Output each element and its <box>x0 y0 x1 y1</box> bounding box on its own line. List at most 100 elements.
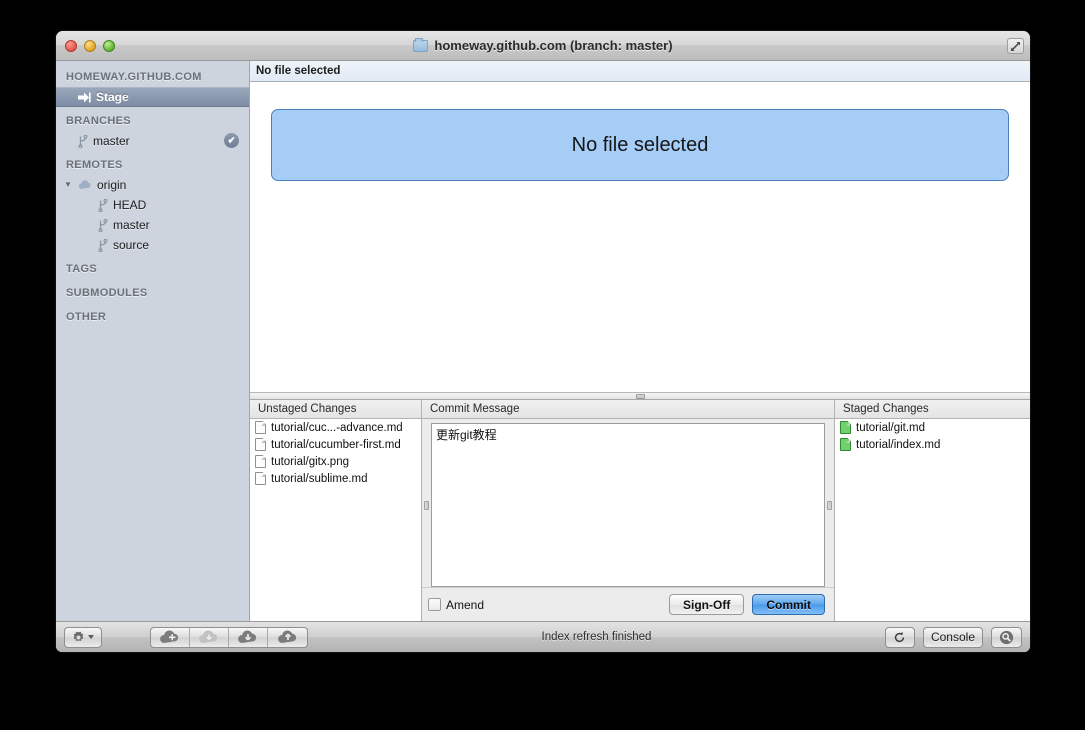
window-body: HOMEWAY.GITHUB.COM Stage BRANCHES master… <box>56 61 1030 621</box>
remote-actions-group <box>150 626 308 648</box>
staged-file-list[interactable]: tutorial/git.md tutorial/index.md <box>835 419 1030 621</box>
app-window: homeway.github.com (branch: master) HOME… <box>56 31 1030 652</box>
amend-checkbox[interactable] <box>428 598 441 611</box>
sidebar-header-submodules: SUBMODULES <box>66 287 148 299</box>
cloud-up-icon <box>277 630 296 643</box>
file-name: tutorial/index.md <box>856 438 941 451</box>
sidebar-repo-header: HOMEWAY.GITHUB.COM <box>66 71 202 83</box>
splitter-grab-handle[interactable] <box>827 500 832 510</box>
cloud-plus-icon-button[interactable] <box>151 627 190 647</box>
file-icon <box>840 421 851 434</box>
sidebar-item-remote-head[interactable]: HEAD <box>56 195 249 215</box>
sidebar-item-remote-origin[interactable]: ▼ origin <box>56 175 249 195</box>
list-item[interactable]: tutorial/gitx.png <box>250 453 421 470</box>
sidebar-item-remote-source-label: source <box>113 238 150 252</box>
commit-message-panel: Commit Message Amend <box>422 400 834 621</box>
fullscreen-arrows-icon[interactable] <box>1007 38 1024 54</box>
staged-changes-panel: Staged Changes tutorial/git.md tutorial/… <box>834 400 1030 621</box>
diff-view: No file selected <box>250 82 1030 392</box>
file-status-bar: No file selected <box>250 61 1030 82</box>
title-bar: homeway.github.com (branch: master) <box>56 31 1030 61</box>
no-file-selected-text: No file selected <box>571 133 709 156</box>
sidebar: HOMEWAY.GITHUB.COM Stage BRANCHES master… <box>56 61 250 621</box>
commit-message-input[interactable] <box>431 423 825 587</box>
file-name: tutorial/gitx.png <box>271 455 349 468</box>
refresh-button[interactable] <box>884 626 915 648</box>
sidebar-header-branches: BRANCHES <box>66 115 131 127</box>
sidebar-item-remote-head-label: HEAD <box>113 198 147 212</box>
cloud-fetch-icon-button[interactable] <box>190 627 229 647</box>
refresh-icon <box>895 631 905 642</box>
no-file-selected-box: No file selected <box>271 109 1009 181</box>
branch-icon <box>98 238 108 252</box>
search-button[interactable] <box>991 626 1022 648</box>
list-item[interactable]: tutorial/git.md <box>835 419 1030 436</box>
sidebar-header-remotes: REMOTES <box>66 159 123 171</box>
commit-actions-bar: Amend Sign-Off Commit <box>422 587 834 621</box>
right-vertical-splitter[interactable] <box>825 423 834 587</box>
file-status-label: No file selected <box>256 65 341 77</box>
window-title-text: homeway.github.com (branch: master) <box>434 38 673 53</box>
list-item[interactable]: tutorial/cucumber-first.md <box>250 436 421 453</box>
settings-gear-button[interactable] <box>64 626 102 648</box>
cloud-plus-icon <box>160 630 179 643</box>
amend-label: Amend <box>446 597 485 612</box>
cloud-icon <box>78 180 91 189</box>
zoom-button[interactable] <box>103 40 115 52</box>
unstaged-file-list[interactable]: tutorial/cuc...-advance.md tutorial/cucu… <box>250 419 421 621</box>
sidebar-item-remote-master-label: master <box>113 218 150 232</box>
file-icon <box>255 455 266 468</box>
console-button[interactable]: Console <box>922 626 983 648</box>
status-message: Index refresh finished <box>541 631 652 643</box>
sidebar-item-branch-master-label: master <box>93 134 130 148</box>
sidebar-header-tags: TAGS <box>66 263 98 275</box>
folder-icon <box>413 37 429 52</box>
bottom-panels: Unstaged Changes tutorial/cuc...-advance… <box>250 400 1030 621</box>
cloud-down-icon <box>238 630 257 643</box>
sidebar-item-remote-master[interactable]: master <box>56 215 249 235</box>
sidebar-item-stage[interactable]: Stage <box>56 87 249 107</box>
sidebar-item-stage-label: Stage <box>96 90 129 104</box>
content-pane: No file selected No file selected Unstag… <box>250 61 1030 621</box>
list-item[interactable]: tutorial/index.md <box>835 436 1030 453</box>
cloud-down-icon-button[interactable] <box>229 627 268 647</box>
cloud-fetch-icon <box>199 630 218 643</box>
file-icon <box>255 438 266 451</box>
file-name: tutorial/git.md <box>856 421 926 434</box>
sidebar-header-other: OTHER <box>66 311 107 323</box>
minimize-button[interactable] <box>84 40 96 52</box>
list-item[interactable]: tutorial/sublime.md <box>250 470 421 487</box>
staged-changes-header: Staged Changes <box>835 400 1030 419</box>
chevron-down-icon <box>88 635 94 639</box>
commit-message-header: Commit Message <box>422 400 834 419</box>
file-icon <box>255 421 266 434</box>
file-name: tutorial/cuc...-advance.md <box>271 421 403 434</box>
file-name: tutorial/sublime.md <box>271 472 368 485</box>
search-icon <box>999 630 1014 644</box>
list-item[interactable]: tutorial/cuc...-advance.md <box>250 419 421 436</box>
branch-icon <box>78 134 88 148</box>
file-icon <box>840 438 851 451</box>
branch-icon <box>98 218 108 232</box>
stage-arrow-icon <box>78 92 91 102</box>
sidebar-item-branch-master[interactable]: master ✔ <box>56 131 249 151</box>
window-title: homeway.github.com (branch: master) <box>56 37 1030 53</box>
sign-off-button[interactable]: Sign-Off <box>669 594 745 615</box>
chevron-down-icon[interactable]: ▼ <box>64 180 72 189</box>
commit-button[interactable]: Commit <box>752 594 825 615</box>
unstaged-changes-panel: Unstaged Changes tutorial/cuc...-advance… <box>250 400 422 621</box>
status-bar: Index refresh finished Console <box>56 621 1030 652</box>
sidebar-item-remote-origin-label: origin <box>97 178 127 192</box>
branch-icon <box>98 198 108 212</box>
file-icon <box>255 472 266 485</box>
splitter-grab-handle[interactable] <box>424 500 429 510</box>
amend-checkbox-wrapper[interactable]: Amend <box>428 598 484 612</box>
splitter-grab-handle[interactable] <box>635 393 645 399</box>
sidebar-item-remote-source[interactable]: source <box>56 235 249 255</box>
file-name: tutorial/cucumber-first.md <box>271 438 401 451</box>
horizontal-splitter[interactable] <box>250 392 1030 400</box>
left-vertical-splitter[interactable] <box>422 423 431 587</box>
close-button[interactable] <box>65 40 77 52</box>
cloud-up-icon-button[interactable] <box>268 628 307 647</box>
gear-icon <box>73 631 84 641</box>
